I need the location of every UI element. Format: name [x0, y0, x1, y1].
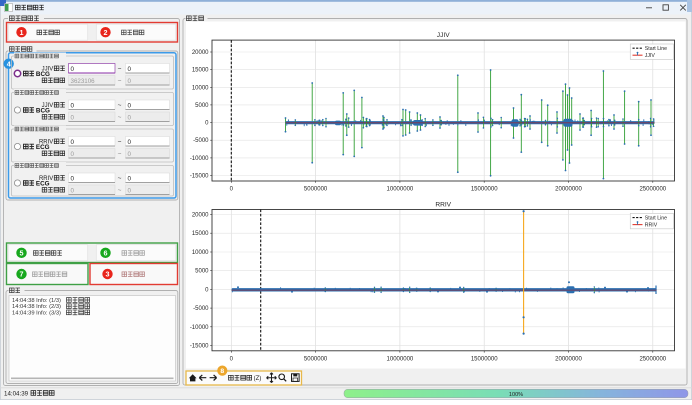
svg-text:(Z): (Z)	[254, 376, 262, 382]
svg-text:RRIV: RRIV	[645, 223, 658, 229]
svg-text:10000: 10000	[192, 250, 209, 256]
svg-text:0: 0	[71, 102, 75, 109]
svg-text:~: ~	[118, 114, 122, 121]
svg-text:4: 4	[7, 59, 11, 68]
svg-text:0: 0	[71, 66, 75, 73]
svg-text:~: ~	[118, 66, 122, 73]
svg-text:JJIV: JJIV	[42, 103, 54, 109]
svg-text:JJIV: JJIV	[437, 32, 450, 39]
svg-text:~: ~	[118, 102, 122, 109]
svg-text:1: 1	[20, 28, 24, 37]
svg-text:14:04:39: 14:04:39	[4, 390, 29, 397]
svg-text:JJIV: JJIV	[42, 67, 54, 73]
svg-text:6: 6	[104, 248, 108, 257]
svg-text:0: 0	[128, 114, 132, 121]
svg-text:JJIV: JJIV	[645, 53, 656, 59]
svg-text:Start Line: Start Line	[645, 216, 667, 222]
svg-text:14:04:38 Info: (1/3): 14:04:38 Info: (1/3)	[12, 298, 61, 304]
svg-text:-15000: -15000	[190, 344, 209, 350]
svg-text:7: 7	[20, 270, 24, 279]
svg-text:5: 5	[20, 248, 24, 257]
svg-text:10000000: 10000000	[387, 187, 414, 193]
svg-text:~: ~	[118, 139, 122, 146]
svg-text:RRIV: RRIV	[39, 176, 53, 182]
svg-text:0: 0	[128, 66, 132, 73]
svg-text:0: 0	[71, 151, 75, 158]
svg-text:5000000: 5000000	[304, 187, 328, 193]
svg-text:3623106: 3623106	[71, 78, 96, 85]
svg-text:0: 0	[71, 114, 75, 121]
svg-text:15000000: 15000000	[471, 356, 498, 362]
svg-text:3: 3	[106, 270, 110, 279]
svg-text:RRIV: RRIV	[39, 140, 53, 146]
svg-text:25000000: 25000000	[639, 187, 666, 193]
svg-text:25000000: 25000000	[639, 356, 666, 362]
svg-text:-5000: -5000	[193, 306, 209, 312]
svg-text:0: 0	[128, 175, 132, 182]
svg-text:8: 8	[220, 368, 224, 375]
svg-text:20000000: 20000000	[555, 187, 582, 193]
svg-text:15000000: 15000000	[471, 187, 498, 193]
svg-text:15000: 15000	[192, 231, 209, 237]
svg-text:~: ~	[118, 151, 122, 158]
svg-text:~: ~	[118, 175, 122, 182]
svg-text:20000000: 20000000	[555, 356, 582, 362]
svg-text:5000: 5000	[195, 269, 209, 275]
svg-text:0: 0	[71, 175, 75, 182]
svg-text:~: ~	[118, 78, 122, 85]
svg-text:RRIV: RRIV	[435, 202, 451, 209]
svg-text:0: 0	[71, 139, 75, 146]
svg-text:2: 2	[104, 28, 108, 37]
svg-text:5000: 5000	[195, 103, 209, 109]
svg-text:0: 0	[128, 78, 132, 85]
svg-text:5000000: 5000000	[304, 356, 328, 362]
svg-text:0: 0	[128, 102, 132, 109]
svg-text:-10000: -10000	[190, 325, 209, 331]
svg-text:Start Line: Start Line	[645, 46, 667, 52]
svg-text:-15000: -15000	[190, 174, 209, 180]
svg-text:0: 0	[71, 187, 75, 194]
svg-text:0: 0	[128, 151, 132, 158]
svg-text:20000: 20000	[192, 213, 209, 219]
svg-text:0: 0	[128, 139, 132, 146]
svg-text:20000: 20000	[192, 50, 209, 56]
svg-text:-5000: -5000	[193, 138, 209, 144]
svg-text:10000000: 10000000	[387, 356, 414, 362]
svg-text:100%: 100%	[509, 392, 523, 398]
svg-text:~: ~	[118, 187, 122, 194]
svg-text:-10000: -10000	[190, 156, 209, 162]
svg-text:14:04:39 Info: (3/3): 14:04:39 Info: (3/3)	[12, 310, 61, 316]
svg-text:15000: 15000	[192, 68, 209, 74]
svg-text:14:04:38 Info: (2/3): 14:04:38 Info: (2/3)	[12, 304, 61, 310]
svg-text:0: 0	[128, 187, 132, 194]
svg-text:10000: 10000	[192, 85, 209, 91]
